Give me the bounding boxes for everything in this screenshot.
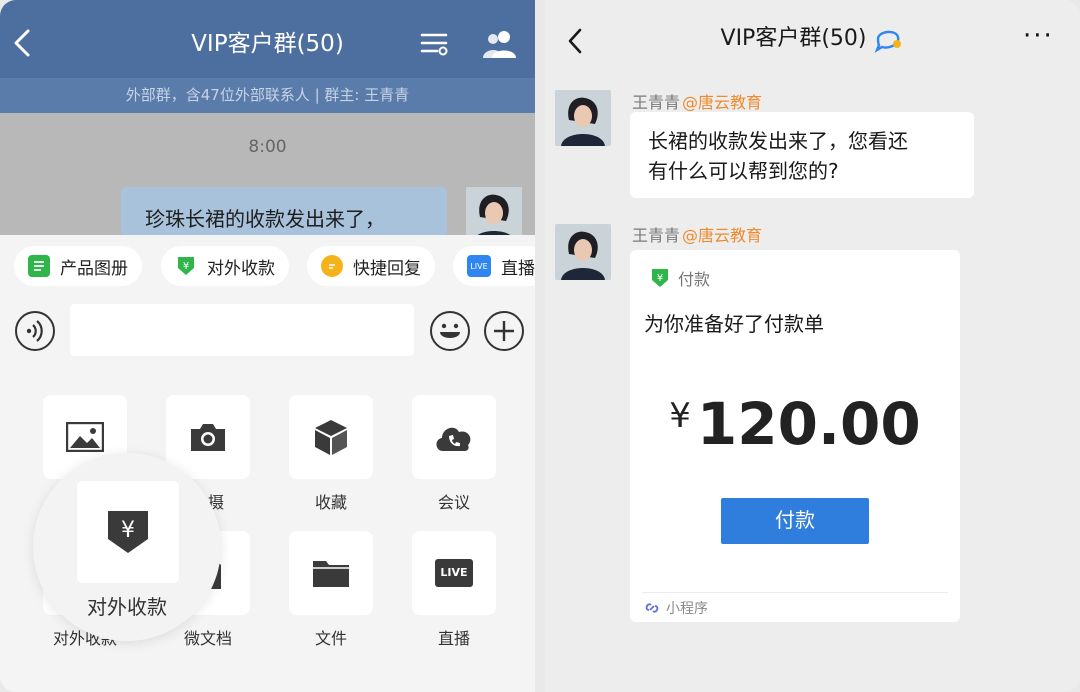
card-header: ¥ 付款 bbox=[650, 266, 710, 290]
cloud-phone-icon bbox=[412, 395, 496, 479]
card-title: 付款 bbox=[678, 270, 711, 289]
svg-text:¥: ¥ bbox=[657, 273, 663, 284]
message-bubble[interactable]: 长裙的收款发出来了，您看还 有什么可以帮到您的? bbox=[630, 112, 974, 198]
message-time: 8:00 bbox=[248, 137, 287, 157]
message-line: 长裙的收款发出来了，您看还 bbox=[648, 129, 908, 153]
folder-icon bbox=[289, 531, 373, 615]
people-icon[interactable] bbox=[482, 28, 518, 60]
svg-text:¥: ¥ bbox=[183, 261, 189, 272]
shield-yuan-icon: ¥ bbox=[175, 255, 197, 277]
camera-icon bbox=[166, 395, 250, 479]
chat-bubble-icon bbox=[321, 255, 343, 277]
group-title: VIP客户群(50) bbox=[545, 22, 1080, 56]
quick-action-bar: 产品图册 ¥ 对外收款 快捷回复 LIVE 直播 bbox=[0, 235, 535, 297]
quick-chip-payment[interactable]: ¥ 对外收款 bbox=[161, 246, 289, 286]
mini-program-footer: 小程序 bbox=[644, 598, 708, 618]
divider bbox=[642, 592, 948, 593]
footer-label: 小程序 bbox=[666, 601, 708, 617]
zoom-callout-payment[interactable]: ¥ 对外收款 bbox=[33, 453, 221, 641]
tool-label: 收藏 bbox=[314, 493, 347, 512]
tool-favorites[interactable]: 收藏 bbox=[289, 395, 373, 513]
payment-amount: ¥120.00 bbox=[630, 390, 960, 458]
tool-label: 直播 bbox=[437, 629, 470, 648]
sender-name: 王青青 @唐云教育 bbox=[632, 93, 763, 112]
link-icon bbox=[644, 600, 660, 616]
input-row bbox=[0, 297, 535, 365]
tool-label: 微文档 bbox=[183, 629, 232, 648]
plus-icon[interactable] bbox=[484, 311, 524, 351]
message-line: 有什么可以帮到您的? bbox=[648, 159, 839, 183]
tool-meeting[interactable]: 会议 bbox=[412, 395, 496, 513]
currency-symbol: ¥ bbox=[669, 396, 691, 436]
chat-area: 8:00 珍珠长裙的收款发出来了， bbox=[0, 113, 535, 235]
avatar[interactable] bbox=[466, 187, 522, 235]
voice-icon[interactable] bbox=[15, 311, 55, 351]
group-subtitle: 外部群，含47位外部联系人 | 群主: 王青青 bbox=[0, 78, 535, 113]
catalog-icon bbox=[28, 255, 50, 277]
list-settings-icon[interactable] bbox=[420, 30, 450, 58]
quick-chip-label: 产品图册 bbox=[60, 258, 128, 279]
shield-yuan-icon: ¥ bbox=[77, 481, 179, 583]
more-icon[interactable]: ··· bbox=[1023, 23, 1059, 50]
shield-yuan-icon: ¥ bbox=[650, 267, 670, 289]
cube-icon bbox=[289, 395, 373, 479]
right-header: VIP客户群(50) ··· bbox=[545, 0, 1080, 80]
quick-chip-label: 快捷回复 bbox=[353, 258, 421, 279]
left-header: VIP客户群(50) 外部群，含47位外部联系人 | 群主: 王青青 bbox=[0, 0, 535, 113]
sender-org: @唐云教育 bbox=[682, 226, 763, 245]
avatar[interactable] bbox=[555, 224, 611, 280]
quick-chip-live[interactable]: LIVE 直播 bbox=[453, 246, 535, 286]
tool-label: 文件 bbox=[314, 629, 347, 648]
tool-label: 会议 bbox=[437, 493, 470, 512]
left-panel: VIP客户群(50) 外部群，含47位外部联系人 | 群主: 王青青 8:00 … bbox=[0, 0, 535, 692]
amount-value: 120.00 bbox=[696, 390, 921, 458]
sender-org: @唐云教育 bbox=[682, 93, 763, 112]
live-icon: LIVE bbox=[412, 531, 496, 615]
quick-chip-label: 直播 bbox=[501, 258, 535, 279]
quick-chip-label: 对外收款 bbox=[207, 258, 275, 279]
tool-live[interactable]: LIVE 直播 bbox=[412, 531, 496, 649]
group-title: VIP客户群(50) bbox=[191, 31, 344, 57]
quick-chip-quick-reply[interactable]: 快捷回复 bbox=[307, 246, 435, 286]
card-description: 为你准备好了付款单 bbox=[644, 312, 824, 336]
live-badge: LIVE bbox=[435, 559, 473, 587]
payment-card[interactable]: ¥ 付款 为你准备好了付款单 ¥120.00 付款 小程序 bbox=[630, 250, 960, 622]
external-group-icon[interactable] bbox=[874, 25, 904, 53]
avatar[interactable] bbox=[555, 90, 611, 146]
quick-chip-catalog[interactable]: 产品图册 bbox=[14, 246, 142, 286]
live-icon: LIVE bbox=[467, 255, 491, 277]
yuan-symbol: ¥ bbox=[121, 518, 135, 543]
message-bubble[interactable]: 珍珠长裙的收款发出来了， bbox=[121, 187, 447, 235]
emoji-icon[interactable] bbox=[430, 311, 470, 351]
screenshot-frame: VIP客户群(50) 外部群，含47位外部联系人 | 群主: 王青青 8:00 … bbox=[0, 0, 1080, 692]
message-input[interactable] bbox=[70, 304, 414, 356]
group-title-text: VIP客户群(50) bbox=[720, 26, 867, 51]
pay-button[interactable]: 付款 bbox=[721, 498, 869, 544]
tool-files[interactable]: 文件 bbox=[289, 531, 373, 649]
right-panel: VIP客户群(50) ··· 王青青 @唐云教育 长裙的收款发出来了，您看还 有什… bbox=[545, 0, 1080, 692]
zoom-label: 对外收款 bbox=[87, 595, 167, 619]
sender-name: 王青青 @唐云教育 bbox=[632, 226, 763, 245]
